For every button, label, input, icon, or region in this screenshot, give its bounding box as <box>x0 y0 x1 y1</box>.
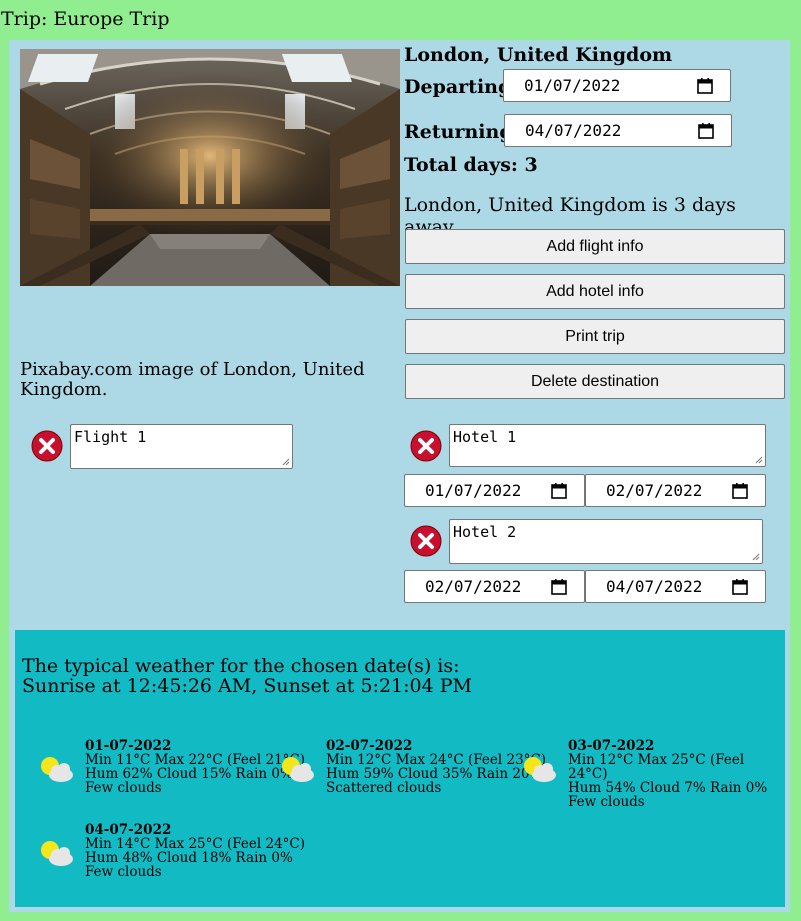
destination-name: London, United Kingdom <box>404 44 673 66</box>
forecast-day: 02-07-2022 Min 12°C Max 24°C (Feel 23°C)… <box>326 739 546 795</box>
forecast-stats: Hum 54% Cloud 7% Rain 0% <box>568 780 768 796</box>
resize-grip-icon[interactable] <box>751 552 760 561</box>
forecast-stats: Hum 48% Cloud 18% Rain 0% <box>85 850 293 866</box>
partly-cloudy-icon <box>41 757 73 782</box>
forecast-day: 01-07-2022 Min 11°C Max 22°C (Feel 21°C)… <box>85 739 305 795</box>
weather-summary: The typical weather for the chosen date(… <box>22 656 472 696</box>
forecast-description: Few clouds <box>568 794 645 810</box>
remove-hotel-icon[interactable] <box>410 430 442 462</box>
trip-title: Trip: Europe Trip <box>1 8 170 30</box>
hotel-checkout-input[interactable]: 02/07/2022 <box>585 474 766 507</box>
forecast-temps: Min 14°C Max 25°C (Feel 24°C) <box>85 836 306 852</box>
remove-hotel-icon[interactable] <box>410 525 442 557</box>
resize-grip-icon[interactable] <box>754 455 763 464</box>
calendar-icon[interactable] <box>550 578 568 596</box>
destination-panel: Pixabay.com image of London, United King… <box>9 40 790 912</box>
hotel-value: Hotel 2 <box>453 523 517 541</box>
hotel-checkin-input[interactable]: 01/07/2022 <box>404 474 585 507</box>
departing-date-value: 01/07/2022 <box>524 76 621 95</box>
returning-date-input[interactable]: 04/07/2022 <box>504 114 732 147</box>
hotel-textarea[interactable]: Hotel 2 <box>449 519 763 564</box>
sunrise-sunset-text: Sunrise at 12:45:26 AM, Sunset at 5:21:0… <box>22 675 472 697</box>
forecast-temps: Min 12°C Max 25°C (Feel 24°C) <box>568 752 745 782</box>
partly-cloudy-icon <box>41 841 73 866</box>
flight-value: Flight 1 <box>74 428 147 446</box>
calendar-icon[interactable] <box>697 122 715 140</box>
forecast-description: Few clouds <box>85 864 162 880</box>
forecast-date: 04-07-2022 <box>85 822 172 838</box>
total-days: Total days: 3 <box>404 154 538 176</box>
forecast-stats: Hum 62% Cloud 15% Rain 0% <box>85 766 293 782</box>
add-hotel-button[interactable]: Add hotel info <box>405 274 785 309</box>
forecast-day: 04-07-2022 Min 14°C Max 25°C (Feel 24°C)… <box>85 823 305 879</box>
forecast-description: Few clouds <box>85 780 162 796</box>
hotel-checkout-value: 02/07/2022 <box>606 481 703 500</box>
forecast-day: 03-07-2022 Min 12°C Max 25°C (Feel 24°C)… <box>568 739 785 809</box>
calendar-icon[interactable] <box>550 482 568 500</box>
hotel-textarea[interactable]: Hotel 1 <box>449 424 766 467</box>
delete-destination-button[interactable]: Delete destination <box>405 364 785 399</box>
partly-cloudy-icon <box>282 757 314 782</box>
forecast-temps: Min 12°C Max 24°C (Feel 23°C) <box>326 752 547 768</box>
print-trip-button[interactable]: Print trip <box>405 319 785 354</box>
destination-image <box>20 49 400 286</box>
hotel-checkin-value: 01/07/2022 <box>425 481 522 500</box>
calendar-icon[interactable] <box>731 578 749 596</box>
forecast-description: Scattered clouds <box>326 780 442 796</box>
add-flight-button[interactable]: Add flight info <box>405 229 785 264</box>
weather-panel: The typical weather for the chosen date(… <box>15 630 785 907</box>
partly-cloudy-icon <box>524 757 556 782</box>
forecast-date: 01-07-2022 <box>85 738 172 754</box>
hotel-checkin-value: 02/07/2022 <box>425 577 522 596</box>
forecast-stats: Hum 59% Cloud 35% Rain 20% <box>326 766 543 782</box>
image-caption: Pixabay.com image of London, United King… <box>20 359 365 400</box>
weather-intro-text: The typical weather for the chosen date(… <box>22 655 460 677</box>
hotel-value: Hotel 1 <box>453 428 517 446</box>
flight-textarea[interactable]: Flight 1 <box>70 424 293 469</box>
forecast-date: 02-07-2022 <box>326 738 413 754</box>
remove-flight-icon[interactable] <box>31 430 63 462</box>
forecast-temps: Min 11°C Max 22°C (Feel 21°C) <box>85 752 306 768</box>
hotel-checkin-input[interactable]: 02/07/2022 <box>404 570 585 603</box>
returning-label: Returning: <box>404 121 520 143</box>
calendar-icon[interactable] <box>696 77 714 95</box>
returning-date-value: 04/07/2022 <box>525 121 622 140</box>
resize-grip-icon[interactable] <box>281 457 290 466</box>
forecast-date: 03-07-2022 <box>568 738 655 754</box>
hotel-checkout-input[interactable]: 04/07/2022 <box>585 570 766 603</box>
hotel-checkout-value: 04/07/2022 <box>606 577 703 596</box>
departing-date-input[interactable]: 01/07/2022 <box>503 69 731 102</box>
departing-label: Departing: <box>404 76 519 98</box>
calendar-icon[interactable] <box>731 482 749 500</box>
